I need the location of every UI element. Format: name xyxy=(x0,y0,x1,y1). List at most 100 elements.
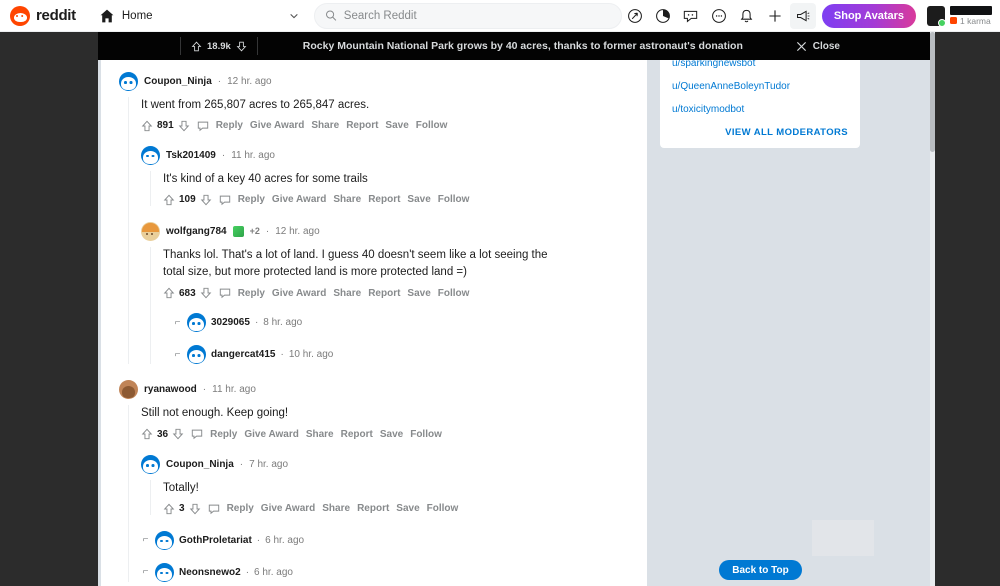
moderator-link[interactable]: u/toxicitymodbot xyxy=(672,104,848,115)
reply-bubble-icon[interactable] xyxy=(219,287,231,299)
reply-button[interactable]: Reply xyxy=(227,503,254,514)
reply-button[interactable]: Reply xyxy=(238,288,265,299)
thread-line[interactable] xyxy=(150,480,151,515)
comment-author[interactable]: wolfgang784 xyxy=(166,226,227,237)
follow-button[interactable]: Follow xyxy=(416,120,448,131)
comment-author[interactable]: Coupon_Ninja xyxy=(166,459,234,470)
share-button[interactable]: Share xyxy=(333,194,361,205)
avatar[interactable] xyxy=(187,345,206,365)
upvote-icon[interactable] xyxy=(191,41,202,52)
save-button[interactable]: Save xyxy=(385,120,408,131)
report-button[interactable]: Report xyxy=(341,429,373,440)
comment-author[interactable]: Neonsnewo2 xyxy=(179,567,241,578)
reply-button[interactable]: Reply xyxy=(210,429,237,440)
report-button[interactable]: Report xyxy=(368,288,400,299)
downvote-icon[interactable] xyxy=(200,194,212,206)
give-award-button[interactable]: Give Award xyxy=(261,503,315,514)
moderator-link[interactable]: u/QueenAnneBoleynTudor xyxy=(672,81,848,92)
reply-bubble-icon[interactable] xyxy=(208,503,220,515)
share-button[interactable]: Share xyxy=(311,120,339,131)
upvote-icon[interactable] xyxy=(141,428,153,440)
upvote-icon[interactable] xyxy=(163,287,175,299)
reply-button[interactable]: Reply xyxy=(238,194,265,205)
give-award-button[interactable]: Give Award xyxy=(244,429,298,440)
post-title[interactable]: Rocky Mountain National Park grows by 40… xyxy=(303,40,743,52)
give-award-button[interactable]: Give Award xyxy=(272,194,326,205)
expand-comment-icon[interactable]: ⌐ xyxy=(141,567,150,577)
share-button[interactable]: Share xyxy=(306,429,334,440)
close-post-button[interactable]: Close xyxy=(796,41,840,52)
collapsed-comment[interactable]: ⌐ dangercat415 · 10 hr. ago xyxy=(173,345,647,365)
give-award-button[interactable]: Give Award xyxy=(272,288,326,299)
avatar[interactable] xyxy=(187,313,206,333)
comment-author[interactable]: ryanawood xyxy=(144,384,197,395)
expand-comment-icon[interactable]: ⌐ xyxy=(173,349,182,360)
community-picker-dropdown[interactable]: Home xyxy=(90,2,308,30)
avatar[interactable] xyxy=(119,72,138,91)
avatar[interactable] xyxy=(141,221,160,241)
create-post-plus-icon[interactable] xyxy=(762,3,788,29)
downvote-icon[interactable] xyxy=(236,41,247,52)
downvote-icon[interactable] xyxy=(200,287,212,299)
comment-author[interactable]: GothProletariat xyxy=(179,535,252,546)
save-button[interactable]: Save xyxy=(407,194,430,205)
comment-author[interactable]: 3029065 xyxy=(211,317,250,328)
reddit-logo-home-link[interactable]: reddit xyxy=(0,5,76,26)
share-button[interactable]: Share xyxy=(333,288,361,299)
report-button[interactable]: Report xyxy=(368,194,400,205)
user-account-menu[interactable]: 1 karma xyxy=(924,2,996,30)
avatar[interactable] xyxy=(141,145,160,165)
search-bar[interactable] xyxy=(313,2,622,29)
avatar[interactable] xyxy=(155,562,174,582)
follow-button[interactable]: Follow xyxy=(438,194,470,205)
comment-author[interactable]: dangercat415 xyxy=(211,349,275,360)
thread-line[interactable] xyxy=(128,97,129,365)
shop-avatars-button[interactable]: Shop Avatars xyxy=(821,3,916,28)
share-button[interactable]: Share xyxy=(322,503,350,514)
notifications-bell-icon[interactable] xyxy=(734,3,760,29)
chat-icon[interactable] xyxy=(706,3,732,29)
downvote-icon[interactable] xyxy=(189,503,201,515)
upvote-icon[interactable] xyxy=(163,503,175,515)
save-button[interactable]: Save xyxy=(396,503,419,514)
comment-author[interactable]: Coupon_Ninja xyxy=(144,76,212,87)
collapsed-comment[interactable]: ⌐ 3029065 · 8 hr. ago xyxy=(173,313,647,333)
page-scrollbar[interactable] xyxy=(930,32,935,586)
award-badge-icon[interactable] xyxy=(232,225,244,237)
scrollbar-thumb[interactable] xyxy=(930,32,935,152)
avatar[interactable] xyxy=(141,455,160,475)
reddit-chat-bubble-icon[interactable] xyxy=(678,3,704,29)
coins-icon[interactable] xyxy=(650,3,676,29)
downvote-icon[interactable] xyxy=(178,120,190,132)
save-button[interactable]: Save xyxy=(407,288,430,299)
popular-icon[interactable] xyxy=(622,3,648,29)
avatar[interactable] xyxy=(155,530,174,550)
reply-bubble-icon[interactable] xyxy=(197,120,209,132)
back-to-top-button[interactable]: Back to Top xyxy=(719,560,802,580)
comment-author[interactable]: Tsk201409 xyxy=(166,150,216,161)
reply-bubble-icon[interactable] xyxy=(219,194,231,206)
collapsed-comment[interactable]: ⌐ Neonsnewo2 · 6 hr. ago xyxy=(141,562,647,582)
report-button[interactable]: Report xyxy=(346,120,378,131)
reply-bubble-icon[interactable] xyxy=(191,428,203,440)
give-award-button[interactable]: Give Award xyxy=(250,120,304,131)
thread-line[interactable] xyxy=(150,246,151,365)
upvote-icon[interactable] xyxy=(163,194,175,206)
reply-button[interactable]: Reply xyxy=(216,120,243,131)
view-all-moderators-link[interactable]: VIEW ALL MODERATORS xyxy=(672,127,848,138)
upvote-icon[interactable] xyxy=(141,120,153,132)
follow-button[interactable]: Follow xyxy=(438,288,470,299)
save-button[interactable]: Save xyxy=(380,429,403,440)
avatar[interactable] xyxy=(119,380,138,400)
advertise-megaphone-icon[interactable] xyxy=(789,2,816,29)
follow-button[interactable]: Follow xyxy=(427,503,459,514)
search-input[interactable] xyxy=(343,9,611,22)
collapsed-comment[interactable]: ⌐ GothProletariat · 6 hr. ago xyxy=(141,530,647,550)
thread-line[interactable] xyxy=(150,170,151,206)
expand-comment-icon[interactable]: ⌐ xyxy=(141,535,150,545)
report-button[interactable]: Report xyxy=(357,503,389,514)
expand-comment-icon[interactable]: ⌐ xyxy=(173,317,182,328)
downvote-icon[interactable] xyxy=(172,428,184,440)
follow-button[interactable]: Follow xyxy=(410,429,442,440)
thread-line[interactable] xyxy=(128,405,129,582)
